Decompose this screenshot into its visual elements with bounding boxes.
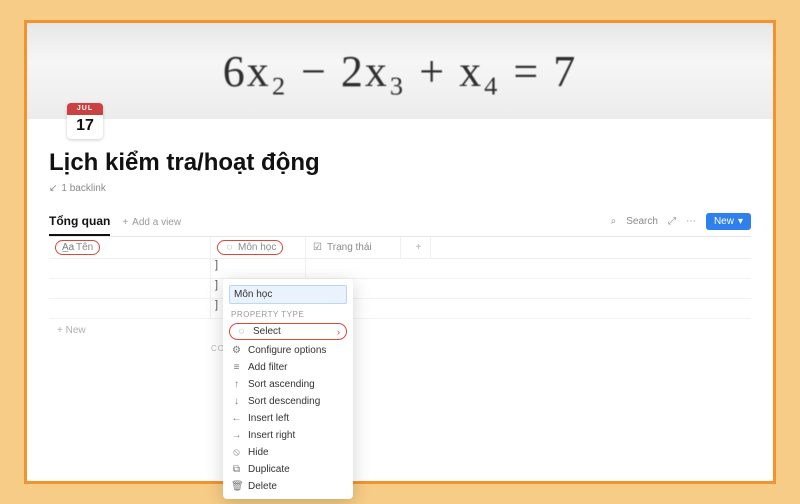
insert-left-icon: ← — [231, 413, 242, 424]
title-prop-icon: A̲a — [62, 242, 73, 253]
menu-item-label: Hide — [248, 447, 269, 458]
menu-item-label: Sort descending — [248, 396, 320, 407]
menu-item-add-filter[interactable]: ≡ Add filter — [223, 359, 353, 376]
table-row[interactable]: ] — [49, 259, 751, 279]
new-row-button[interactable]: + New — [49, 319, 751, 342]
column-header-name[interactable]: A̲a Tên — [49, 237, 211, 258]
checkbox-prop-icon: ☑ — [312, 242, 323, 253]
views-bar: Tổng quan + Add a view ⌕ Search ⤢ ⋯ New … — [49, 214, 751, 237]
chevron-down-icon: ▾ — [738, 216, 743, 227]
page-content: Lịch kiểm tra/hoạt động ↙ 1 backlink Tổn… — [27, 119, 773, 353]
search-icon[interactable]: ⌕ — [611, 216, 617, 227]
sort-ascending-icon: ↑ — [231, 379, 242, 390]
cover-math-expression: 6x₂ − 2x₃ + x₄ = 7 — [223, 46, 577, 97]
menu-item-delete[interactable]: 🗑 Delete — [223, 478, 353, 495]
select-type-icon: ◌ — [236, 326, 247, 337]
column-subject-label: Môn học — [238, 242, 276, 253]
select-prop-icon: ◌ — [224, 242, 235, 253]
page-title[interactable]: Lịch kiểm tra/hoạt động — [49, 149, 751, 177]
calendar-month: JUL — [67, 103, 103, 115]
table-row[interactable]: ] — [49, 299, 751, 319]
column-status-label: Trạng thái — [327, 242, 372, 253]
more-icon[interactable]: ⋯ — [686, 216, 696, 227]
calendar-day: 17 — [67, 115, 103, 137]
menu-item-label: Configure options — [248, 345, 326, 356]
menu-item-label: Sort ascending — [248, 379, 315, 390]
menu-item-label: Delete — [248, 481, 277, 492]
menu-item-label: Insert left — [248, 413, 289, 424]
property-type-label: Select — [253, 326, 281, 337]
property-name-input[interactable] — [229, 285, 347, 304]
property-type-section-label: PROPERTY TYPE — [223, 308, 353, 321]
delete-icon: 🗑 — [231, 481, 242, 492]
new-button-label: New — [714, 216, 734, 227]
sort-descending-icon: ↓ — [231, 396, 242, 407]
menu-item-configure-options[interactable]: ⚙ Configure options — [223, 342, 353, 359]
add-view-label: Add a view — [132, 217, 181, 228]
table-header-row: A̲a Tên ◌ Môn học ☑ Trạng thái + — [49, 237, 751, 259]
property-type-select[interactable]: ◌ Select › — [229, 323, 347, 340]
table-row[interactable]: ] — [49, 279, 751, 299]
insert-right-icon: → — [231, 430, 242, 441]
menu-item-insert-right[interactable]: → Insert right — [223, 427, 353, 444]
menu-item-insert-left[interactable]: ← Insert left — [223, 410, 353, 427]
view-toolbar: ⌕ Search ⤢ ⋯ New ▾ — [611, 213, 751, 230]
add-column-button[interactable]: + — [401, 237, 431, 258]
expand-icon[interactable]: ⤢ — [668, 216, 676, 227]
search-label[interactable]: Search — [626, 216, 658, 227]
backlink-row[interactable]: ↙ 1 backlink — [49, 183, 751, 194]
menu-item-duplicate[interactable]: ⧉ Duplicate — [223, 461, 353, 478]
tab-overview[interactable]: Tổng quan — [49, 214, 110, 236]
menu-item-label: Add filter — [248, 362, 287, 373]
menu-item-label: Duplicate — [248, 464, 290, 475]
menu-item-hide[interactable]: ⦸ Hide — [223, 444, 353, 461]
add-filter-icon: ≡ — [231, 362, 242, 373]
hide-icon: ⦸ — [231, 447, 242, 458]
duplicate-icon: ⧉ — [231, 464, 242, 475]
add-view-button[interactable]: + Add a view — [122, 217, 181, 234]
plus-icon: + — [122, 217, 128, 228]
column-header-status[interactable]: ☑ Trạng thái — [306, 237, 401, 258]
column-name-label: Tên — [76, 242, 93, 253]
menu-item-sort-ascending[interactable]: ↑ Sort ascending — [223, 376, 353, 393]
property-menu-popover: PROPERTY TYPE ◌ Select › ⚙ Configure opti… — [223, 279, 353, 499]
table-body: ] ] ] — [49, 259, 751, 319]
cover-image: 6x₂ − 2x₃ + x₄ = 7 — [27, 23, 773, 119]
backlink-text: 1 backlink — [61, 183, 105, 194]
configure-options-icon: ⚙ — [231, 345, 242, 356]
menu-item-sort-descending[interactable]: ↓ Sort descending — [223, 393, 353, 410]
count-label: COUNT — [49, 344, 751, 353]
page-icon-calendar[interactable]: JUL 17 — [67, 103, 103, 139]
column-header-subject[interactable]: ◌ Môn học — [211, 237, 306, 258]
new-button[interactable]: New ▾ — [706, 213, 751, 230]
menu-item-label: Insert right — [248, 430, 295, 441]
backlink-icon: ↙ — [49, 183, 57, 194]
app-window: 6x₂ − 2x₃ + x₄ = 7 JUL 17 Lịch kiểm tra/… — [24, 20, 776, 484]
chevron-right-icon: › — [337, 327, 340, 337]
